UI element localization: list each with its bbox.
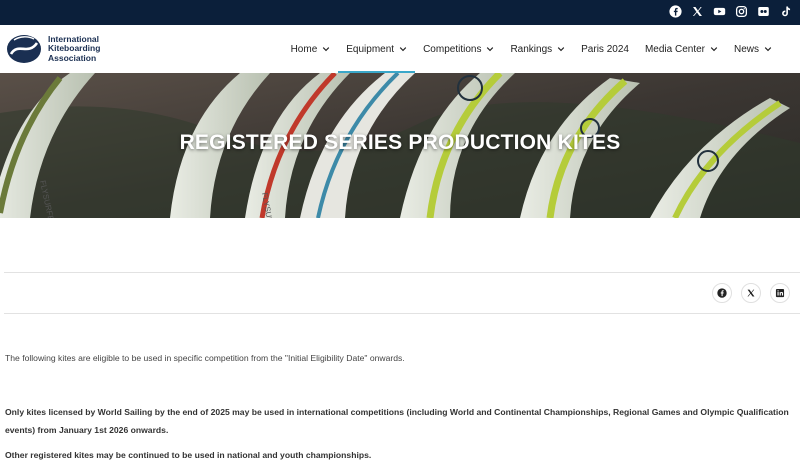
flickr-icon[interactable] [757, 5, 770, 18]
page-title: REGISTERED SERIES PRODUCTION KITES [179, 131, 621, 154]
chevron-down-icon [710, 47, 718, 52]
nav-item-label: Media Center [644, 43, 705, 55]
nav-item-media-center[interactable]: Media Center [637, 25, 726, 73]
nav-item-paris-2024[interactable]: Paris 2024 [573, 25, 637, 73]
nav-item-label: Equipment [346, 43, 395, 55]
nav-item-home[interactable]: Home [283, 25, 339, 73]
divider [4, 272, 800, 273]
youtube-icon[interactable] [713, 5, 726, 18]
nav-item-label: Paris 2024 [581, 43, 629, 55]
nav-item-competitions[interactable]: Competitions [415, 25, 502, 73]
x-icon[interactable] [691, 5, 704, 18]
rule-text-2: Other registered kites may be continued … [5, 450, 372, 460]
share-facebook-button[interactable] [712, 283, 732, 303]
nav-item-label: Rankings [510, 43, 553, 55]
nav-item-news[interactable]: News [726, 25, 780, 73]
chevron-down-icon [399, 47, 407, 52]
intro-text: The following kites are eligible to be u… [5, 353, 405, 363]
share-buttons [712, 283, 790, 303]
facebook-icon[interactable] [669, 5, 682, 18]
x-icon [747, 289, 755, 297]
chevron-down-icon [764, 47, 772, 52]
hero-banner: FLYSURFER FLYSURFER REGISTERED SERIES PR… [0, 73, 800, 218]
social-links [669, 5, 792, 18]
site-header: International Kiteboarding Association H… [0, 25, 800, 73]
rule-text-1: Only kites licensed by World Sailing by … [5, 407, 789, 435]
tiktok-icon[interactable] [779, 5, 792, 18]
linkedin-icon [775, 288, 785, 298]
social-bar [0, 0, 800, 25]
chevron-down-icon [323, 47, 330, 52]
ika-logo[interactable]: International Kiteboarding Association [6, 34, 100, 64]
nav-item-equipment[interactable]: Equipment [338, 25, 415, 73]
nav-item-label: Home [290, 43, 318, 55]
share-linkedin-button[interactable] [770, 283, 790, 303]
ika-logo-mark-icon [7, 35, 41, 63]
main-nav: Home Equipment Competitions Rankings Par… [283, 25, 780, 73]
facebook-icon [717, 288, 727, 298]
divider [4, 313, 800, 314]
nav-item-label: News [733, 43, 759, 55]
chevron-down-icon [557, 47, 565, 52]
instagram-icon[interactable] [735, 5, 748, 18]
logo-wordmark: International Kiteboarding Association [48, 34, 100, 64]
logo-line-3: Association [48, 52, 97, 63]
chevron-down-icon [487, 47, 494, 52]
share-x-button[interactable] [741, 283, 761, 303]
nav-item-label: Competitions [423, 43, 482, 55]
nav-item-rankings[interactable]: Rankings [502, 25, 573, 73]
